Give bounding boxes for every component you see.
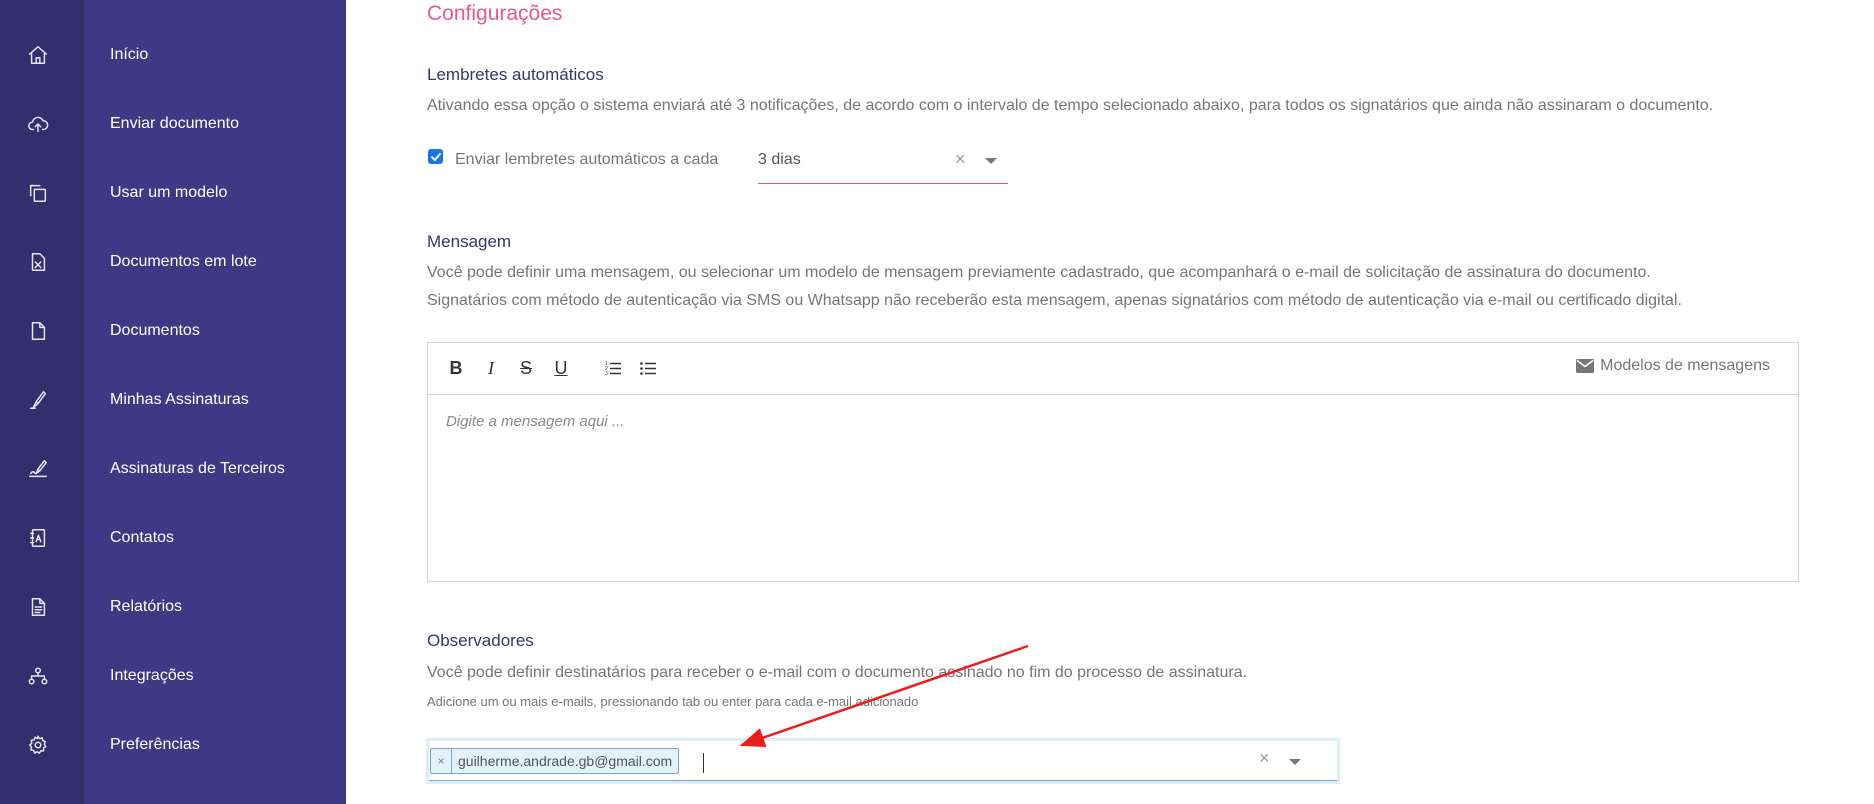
integrations-icon	[24, 662, 52, 690]
document-icon	[24, 317, 52, 345]
sidebar-item-minhas-assinaturas[interactable]: Minhas Assinaturas	[0, 371, 346, 429]
sidebar-item-label: Início	[110, 46, 149, 63]
report-icon	[24, 593, 52, 621]
sidebar-item-label: Preferências	[110, 736, 200, 753]
sidebar-item-enviar-documento[interactable]: Enviar documento	[0, 95, 346, 153]
sidebar-item-label: Documentos	[110, 322, 200, 339]
sidebar-item-label: Usar um modelo	[110, 184, 228, 201]
sidebar-item-label: Assinaturas de Terceiros	[110, 460, 285, 477]
sidebar-item-inicio[interactable]: Início	[0, 26, 346, 84]
sidebar-item-usar-modelo[interactable]: Usar um modelo	[0, 164, 346, 222]
sidebar-item-preferencias[interactable]: Preferências	[0, 716, 346, 774]
sidebar-item-label: Integrações	[110, 667, 194, 684]
template-copy-icon	[24, 179, 52, 207]
sidebar-item-integracoes[interactable]: Integrações	[0, 647, 346, 705]
cloud-upload-icon	[24, 110, 52, 138]
spreadsheet-file-icon	[24, 248, 52, 276]
sidebar-item-label: Enviar documento	[110, 115, 239, 132]
gear-icon	[24, 731, 52, 759]
main-content: Configurações Lembretes automáticos Ativ…	[346, 0, 1874, 804]
sidebar-item-label: Contatos	[110, 529, 175, 546]
pen-icon	[24, 386, 52, 414]
sidebar-item-label: Relatórios	[110, 598, 183, 615]
third-party-signature-icon	[24, 455, 52, 483]
sidebar-item-documentos[interactable]: Documentos	[0, 302, 346, 360]
sidebar-item-relatorios[interactable]: Relatórios	[0, 578, 346, 636]
home-icon	[24, 41, 52, 69]
sidebar-item-label: Minhas Assinaturas	[110, 391, 249, 408]
sidebar-item-contatos[interactable]: Contatos	[0, 509, 346, 567]
annotation-arrow-icon	[739, 644, 1029, 748]
contacts-book-icon	[24, 524, 52, 552]
sidebar-item-documentos-lote[interactable]: Documentos em lote	[0, 233, 346, 291]
sidebar-item-assinaturas-terceiros[interactable]: Assinaturas de Terceiros	[0, 440, 346, 498]
sidebar-item-label: Documentos em lote	[110, 253, 257, 270]
